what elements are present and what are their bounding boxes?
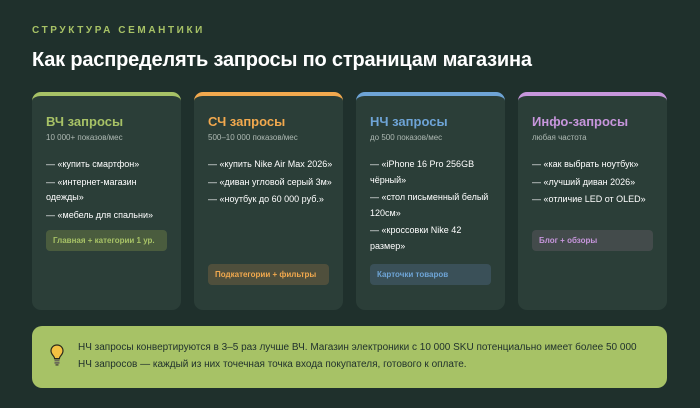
page-type-tag: Карточки товаров [370, 264, 491, 285]
section-eyebrow: СТРУКТУРА СЕМАНТИКИ [32, 25, 205, 36]
card-subtitle: любая частота [532, 133, 587, 142]
card-low-frequency: НЧ запросы до 500 показов/мес — «iPhone … [356, 92, 505, 310]
card-title: СЧ запросы [208, 114, 286, 129]
list-item: — «кроссовки Nike 42 размер» [370, 225, 462, 251]
page-type-tag: Подкатегории + фильтры [208, 264, 329, 285]
list-item: — «лучший диван 2026» [532, 176, 636, 187]
list-item: — «отличие LED от OLED» [532, 194, 646, 204]
example-list: — «как выбрать ноутбук» — «лучший диван … [532, 157, 659, 210]
card-mid-frequency: СЧ запросы 500–10 000 показов/мес — «куп… [194, 92, 343, 310]
card-high-frequency: ВЧ запросы 10 000+ показов/мес — «купить… [32, 92, 181, 310]
list-item: — «ноутбук до 60 000 руб.» [208, 194, 324, 204]
card-subtitle: 10 000+ показов/мес [46, 133, 123, 142]
list-item: — «как выбрать ноутбук» [532, 159, 639, 169]
example-list: — «купить смартфон» — «интернет-магазин … [46, 157, 173, 225]
list-item: — «купить Nike Air Max 2026» [208, 159, 333, 169]
page-type-tag: Блог + обзоры [532, 230, 653, 251]
card-title: НЧ запросы [370, 114, 448, 129]
lightbulb-icon [50, 344, 64, 371]
tip-text: НЧ запросы конвертируются в 3–5 раз лучш… [78, 342, 637, 370]
card-title: ВЧ запросы [46, 114, 124, 129]
list-item: — «купить смартфон» [46, 159, 140, 169]
page-title: Как распределять запросы по страницам ма… [32, 49, 532, 71]
list-item: — «интернет-магазин одежды» [46, 176, 137, 203]
example-list: — «iPhone 16 Pro 256GB чёрный» — «стол п… [370, 157, 497, 256]
list-item: — «диван угловой серый 3м» [208, 176, 332, 187]
list-item: — «стол письменный белый 120см» [370, 192, 489, 218]
page-type-tag: Главная + категории 1 ур. [46, 230, 167, 251]
tip-banner: НЧ запросы конвертируются в 3–5 раз лучш… [32, 326, 667, 388]
example-list: — «купить Nike Air Max 2026» — «диван уг… [208, 157, 335, 210]
card-title: Инфо-запросы [532, 114, 629, 129]
list-item: — «мебель для спальни» [46, 209, 153, 220]
list-item: — «iPhone 16 Pro 256GB чёрный» [370, 159, 475, 185]
card-info-queries: Инфо-запросы любая частота — «как выбрат… [518, 92, 667, 310]
card-subtitle: 500–10 000 показов/мес [208, 133, 298, 142]
card-subtitle: до 500 показов/мес [370, 133, 443, 142]
